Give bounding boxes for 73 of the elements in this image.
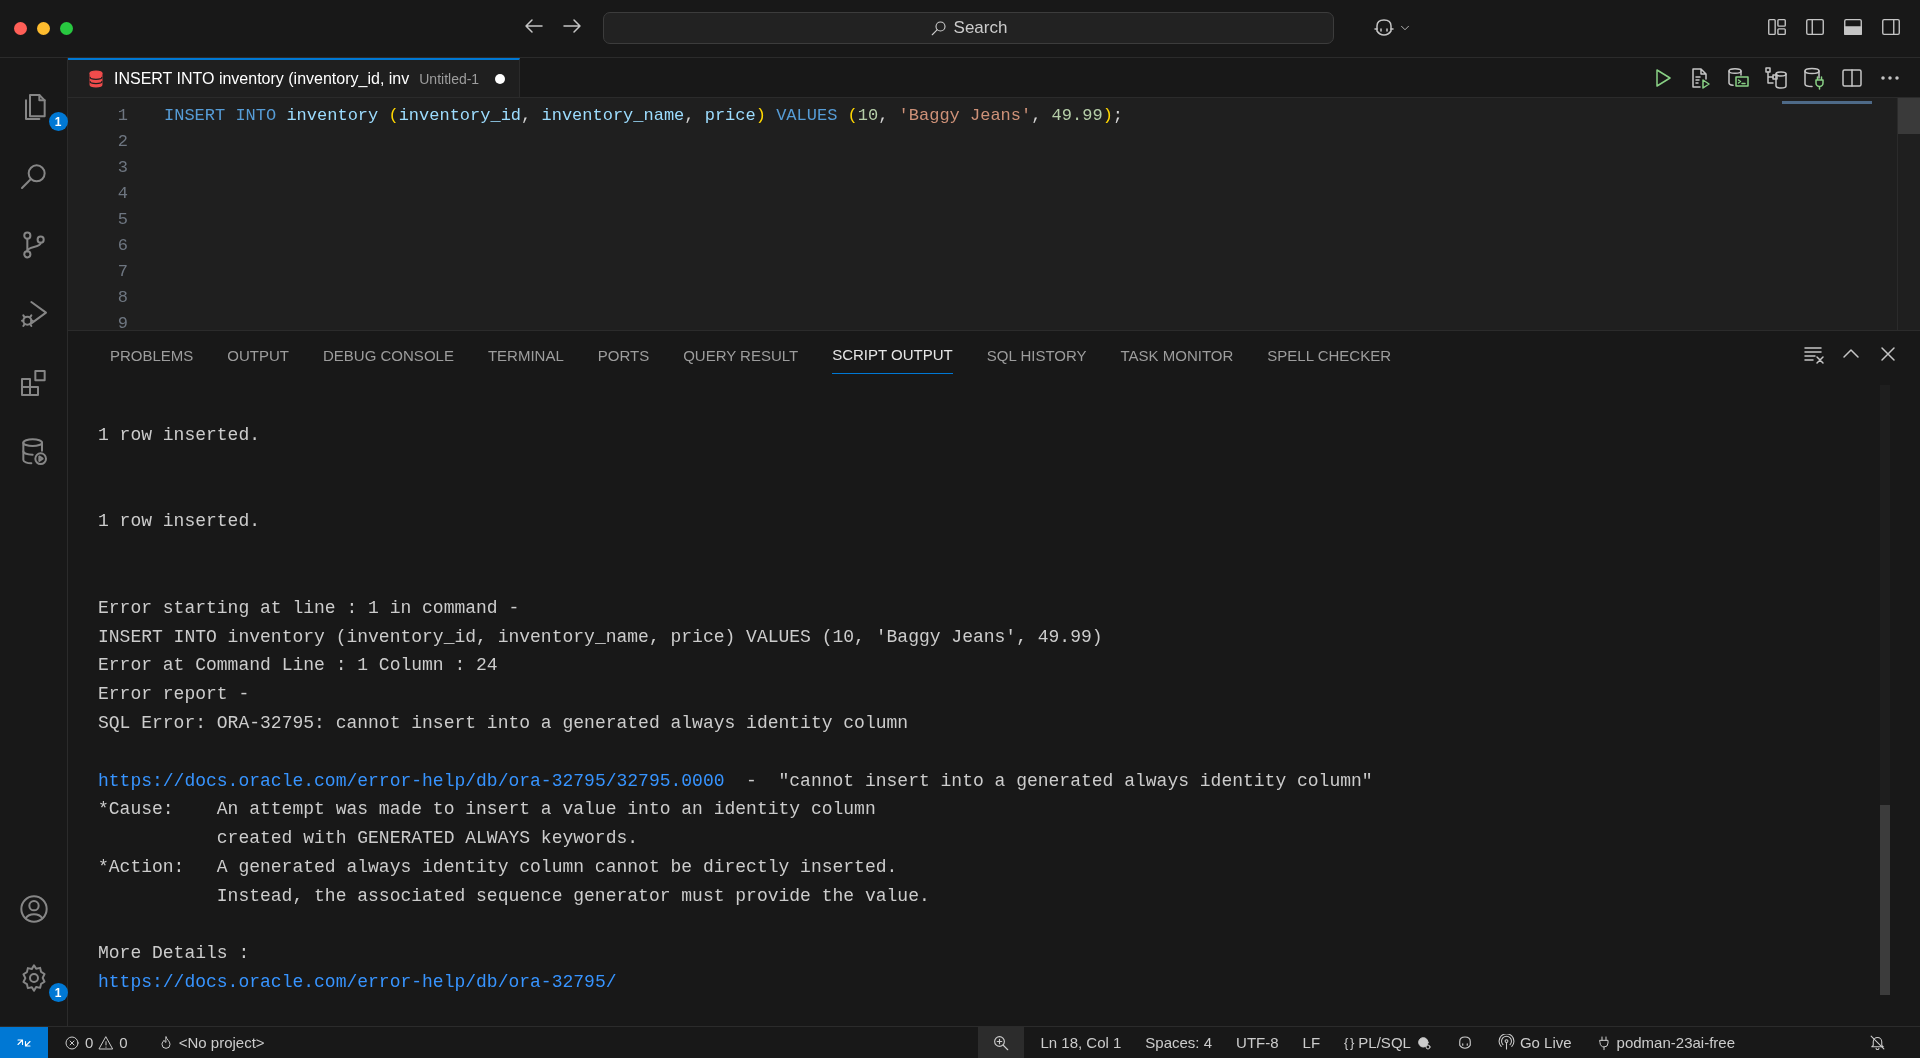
panel-tab[interactable]: PORTS	[583, 331, 664, 377]
field-label: *Cause:	[98, 798, 175, 822]
project-button[interactable]: <No project>	[149, 1027, 273, 1058]
cursor-position-button[interactable]: Ln 18, Col 1	[1032, 1027, 1130, 1058]
output-line: Instead, the associated sequence generator must provide the value.	[216, 884, 930, 908]
search-icon	[929, 19, 948, 37]
panel-toggle-icon[interactable]	[1842, 16, 1864, 38]
line-number: 6	[116, 235, 128, 255]
line-number: 7	[116, 261, 128, 281]
scrollbar-thumb[interactable]	[1880, 805, 1890, 995]
language-button[interactable]: { } PL/SQL	[1336, 1027, 1440, 1058]
output-line: More Details :	[98, 942, 250, 966]
sidebar-toggle-icon[interactable]	[1804, 16, 1826, 38]
editor-tab[interactable]: INSERT INTO inventory (inventory_id, inv Untitled-1	[68, 58, 521, 97]
line-number: 3	[116, 157, 128, 177]
panel-tab[interactable]: QUERY RESULT	[669, 331, 813, 377]
encoding-button[interactable]: UTF-8	[1228, 1027, 1287, 1058]
notification-badge: 1	[48, 112, 68, 131]
problems-button[interactable]: 0 0	[56, 1027, 136, 1058]
secondary-sidebar-icon[interactable]	[1880, 16, 1902, 38]
panel-tab[interactable]: DEBUG CONSOLE	[309, 331, 468, 377]
output-line: An attempt was made to insert a value into an identity column	[216, 798, 876, 822]
line-number: 8	[116, 287, 128, 307]
panel-tab[interactable]: SPELL CHECKER	[1253, 331, 1405, 377]
output-line: A generated always identity column cannot be directly inserted.	[216, 855, 898, 879]
database-terminal-icon[interactable]	[1726, 66, 1750, 90]
output-line: 1 row inserted.	[98, 424, 261, 447]
output-line: SQL Error: ORA-32795: cannot insert into a generated always identity column	[98, 711, 909, 735]
panel-tab[interactable]: TERMINAL	[473, 331, 578, 377]
zoom-in-icon	[992, 1033, 1011, 1052]
panel-tab[interactable]: TASK MONITOR	[1106, 331, 1248, 377]
panel-tab[interactable]: SQL HISTORY	[972, 331, 1101, 377]
error-icon	[64, 1034, 80, 1051]
connection-button[interactable]: podman-23ai-free	[1587, 1027, 1743, 1058]
database-plug-icon[interactable]	[1802, 66, 1826, 90]
go-live-button[interactable]: Go Live	[1489, 1027, 1580, 1058]
panel-tab[interactable]: OUTPUT	[213, 331, 304, 377]
database-tree-icon[interactable]	[1764, 66, 1788, 90]
line-number: 5	[116, 209, 128, 229]
panel-tab[interactable]: SCRIPT OUTPUT	[818, 331, 967, 377]
output-line: Error starting at line : 1 in command -	[98, 596, 520, 620]
output-line: created with GENERATED ALWAYS keywords.	[216, 827, 639, 851]
warning-icon	[98, 1034, 115, 1051]
output-line: INSERT INTO inventory (inventory_id, inventory_name, price) VALUES (10, 'Baggy Jeans', 49.99)	[98, 625, 1103, 649]
output-line: Error report -	[98, 683, 250, 707]
code-line: INSERT INTO inventory (inventory_id, inventory_name, price) VALUES (10, 'Baggy Jeans', 49.99);	[164, 105, 1124, 125]
field-label: *Action:	[98, 855, 186, 879]
layout-icon[interactable]	[1766, 16, 1788, 38]
zoom-button[interactable]	[978, 1027, 1025, 1058]
scrollbar-thumb[interactable]	[1898, 98, 1920, 134]
account-icon[interactable]	[17, 892, 50, 925]
line-number: 9	[116, 313, 128, 330]
error-message: "cannot insert into a generated always identity column"	[778, 769, 1373, 793]
search-field[interactable]: Search	[603, 12, 1334, 44]
scrollbar[interactable]	[1880, 385, 1890, 995]
line-ending-button[interactable]: LF	[1294, 1027, 1329, 1058]
output-line: Error at Command Line : 1 Column : 24	[98, 654, 498, 678]
maximize-window-button[interactable]	[60, 22, 73, 35]
broadcast-icon	[1497, 1034, 1515, 1051]
output-line: 1 row inserted.	[98, 510, 261, 534]
help-link[interactable]: https://docs.oracle.com/error-help/db/ora-32795/	[98, 968, 617, 997]
line-number: 2	[116, 131, 128, 151]
close-window-button[interactable]	[14, 22, 27, 35]
bell-icon[interactable]	[1869, 1034, 1886, 1051]
indentation-button[interactable]: Spaces: 4	[1137, 1027, 1221, 1058]
minimize-window-button[interactable]	[37, 22, 50, 35]
split-editor-icon[interactable]	[1840, 66, 1864, 90]
separator-dash: -	[746, 769, 757, 793]
line-number: 1	[116, 105, 128, 125]
line-number: 4	[116, 183, 128, 203]
notification-badge: 1	[48, 983, 68, 1002]
help-link[interactable]: https://docs.oracle.com/error-help/db/ora-32795/32795.0000	[98, 766, 725, 796]
panel-tab[interactable]: PROBLEMS	[96, 331, 208, 377]
